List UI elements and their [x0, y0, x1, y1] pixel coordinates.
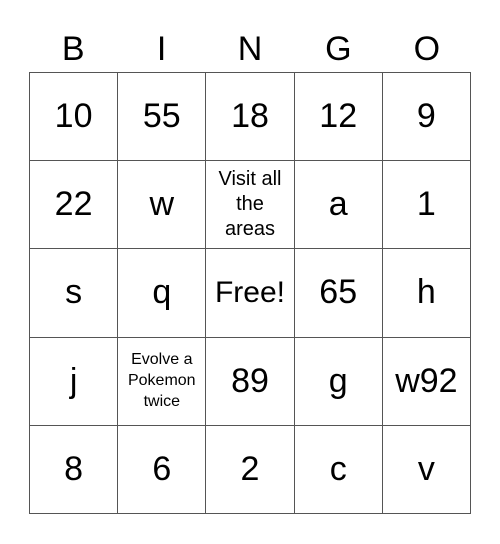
bingo-cell[interactable]: s	[30, 249, 119, 338]
bingo-cell[interactable]: v	[382, 425, 471, 514]
bingo-cell[interactable]: w92	[382, 337, 471, 426]
bingo-cell[interactable]: h	[382, 249, 471, 338]
bingo-cell[interactable]: Visit all the areas	[206, 161, 295, 250]
bingo-cell[interactable]: 8	[30, 425, 119, 514]
bingo-cell[interactable]: 65	[294, 249, 383, 338]
bingo-cell[interactable]: g	[294, 337, 383, 426]
bingo-cell[interactable]: 1	[382, 161, 471, 250]
header-letter-i: I	[156, 30, 167, 68]
bingo-header: B I N G O	[29, 28, 471, 70]
bingo-cell[interactable]: 55	[118, 73, 207, 162]
bingo-cell[interactable]: q	[118, 249, 207, 338]
bingo-cell[interactable]: 12	[294, 73, 383, 162]
bingo-grid: 10 55 18 12 9 22 w Visit all the areas a…	[29, 72, 471, 514]
bingo-cell[interactable]: Evolve a Pokemon twice	[118, 337, 207, 426]
free-space-cell[interactable]: Free!	[206, 249, 295, 338]
bingo-cell[interactable]: j	[30, 337, 119, 426]
bingo-cell[interactable]: 10	[30, 73, 119, 162]
header-letter-b: B	[61, 30, 85, 68]
bingo-cell[interactable]: 18	[206, 73, 295, 162]
header-letter-o: O	[413, 30, 441, 68]
bingo-cell[interactable]: w	[118, 161, 207, 250]
bingo-cell[interactable]: a	[294, 161, 383, 250]
bingo-cell[interactable]: 89	[206, 337, 295, 426]
bingo-cell[interactable]: 2	[206, 425, 295, 514]
bingo-cell[interactable]: c	[294, 425, 383, 514]
header-letter-g: G	[325, 30, 352, 68]
bingo-cell[interactable]: 9	[382, 73, 471, 162]
bingo-cell[interactable]: 6	[118, 425, 207, 514]
header-letter-n: N	[237, 30, 263, 68]
bingo-cell[interactable]: 22	[30, 161, 119, 250]
